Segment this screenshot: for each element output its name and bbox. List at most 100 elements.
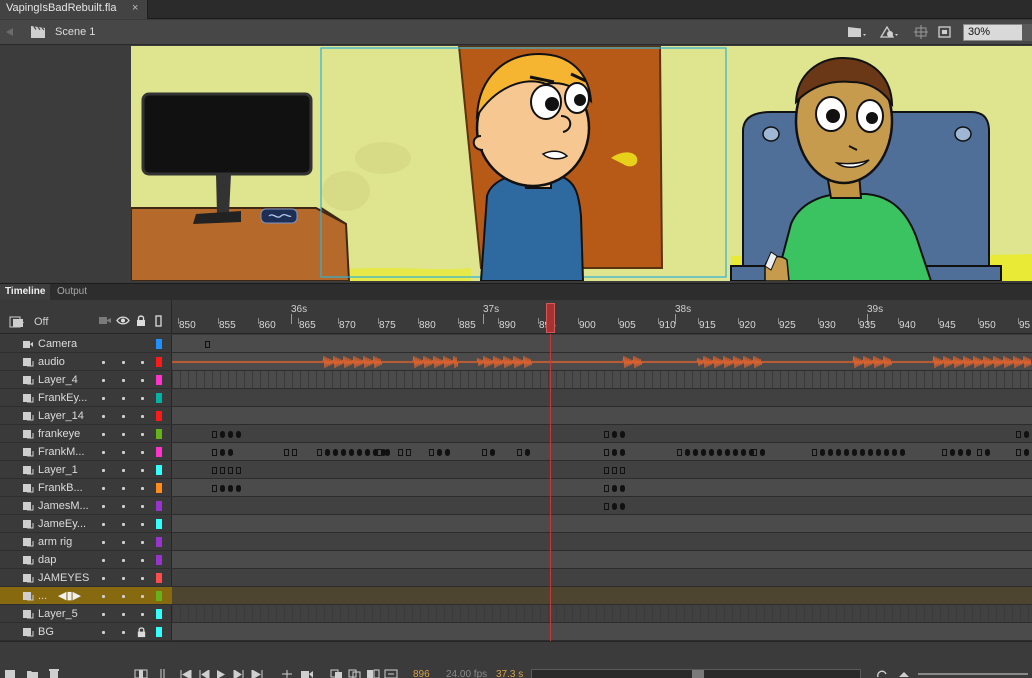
- outline-toggle[interactable]: [141, 595, 144, 598]
- layer-row[interactable]: arm rig: [0, 533, 172, 551]
- blank-keyframe[interactable]: [752, 449, 757, 456]
- lock-toggle[interactable]: [122, 469, 125, 472]
- stage-canvas[interactable]: [131, 46, 1032, 281]
- layer-row[interactable]: BG: [0, 623, 172, 641]
- blank-keyframe[interactable]: [292, 449, 297, 456]
- outline-toggle[interactable]: [141, 613, 144, 616]
- close-icon[interactable]: ×: [132, 2, 138, 14]
- layer-name[interactable]: BG: [38, 626, 54, 638]
- keyframe[interactable]: [525, 449, 530, 456]
- visibility-toggle[interactable]: [102, 469, 105, 472]
- visibility-toggle[interactable]: [102, 595, 105, 598]
- layer-row[interactable]: Layer_4: [0, 371, 172, 389]
- visibility-toggle[interactable]: [102, 433, 105, 436]
- keyframe[interactable]: [860, 449, 865, 456]
- layer-row[interactable]: FrankB...: [0, 479, 172, 497]
- keyframe[interactable]: [1024, 449, 1029, 456]
- lock-toggle[interactable]: [122, 523, 125, 526]
- keyframe[interactable]: [612, 503, 617, 510]
- visibility-toggle[interactable]: [102, 451, 105, 454]
- layer-row[interactable]: Layer_5: [0, 605, 172, 623]
- lock-toggle[interactable]: [122, 433, 125, 436]
- layer-color-swatch[interactable]: [156, 357, 162, 367]
- lock-toggle[interactable]: [122, 559, 125, 562]
- keyframe[interactable]: [1024, 431, 1029, 438]
- keyframe[interactable]: [836, 449, 841, 456]
- blank-keyframe[interactable]: [317, 449, 322, 456]
- blank-keyframe[interactable]: [517, 449, 522, 456]
- layer-row[interactable]: dap: [0, 551, 172, 569]
- layer-row[interactable]: FrankM...: [0, 443, 172, 461]
- keyframe[interactable]: [741, 449, 746, 456]
- frame-row[interactable]: [172, 425, 1032, 443]
- layer-name[interactable]: arm rig: [38, 536, 72, 548]
- keyframe[interactable]: [760, 449, 765, 456]
- stage-area[interactable]: [0, 46, 1032, 282]
- outline-toggle[interactable]: [141, 361, 144, 364]
- go-to-last-frame-icon[interactable]: [251, 670, 263, 678]
- layer-name[interactable]: frankeye: [38, 428, 80, 440]
- scrollbar-thumb[interactable]: [692, 670, 704, 678]
- outline-toggle[interactable]: [141, 559, 144, 562]
- visibility-toggle[interactable]: [102, 523, 105, 526]
- lock-toggle[interactable]: [122, 487, 125, 490]
- blank-keyframe[interactable]: [677, 449, 682, 456]
- keyframe[interactable]: [966, 449, 971, 456]
- outline-toggle[interactable]: [141, 505, 144, 508]
- keyframe[interactable]: [685, 449, 690, 456]
- outline-toggle[interactable]: [141, 577, 144, 580]
- lock-toggle[interactable]: [122, 541, 125, 544]
- keyframe[interactable]: [333, 449, 338, 456]
- frame-row[interactable]: [172, 551, 1032, 569]
- center-frame-icon[interactable]: [134, 669, 148, 678]
- keyframe[interactable]: [445, 449, 450, 456]
- zoom-out-icon[interactable]: [898, 669, 910, 678]
- visibility-toggle[interactable]: [102, 631, 105, 634]
- layer-color-swatch[interactable]: [156, 393, 162, 403]
- keyframe[interactable]: [236, 485, 241, 492]
- snap-to-grid-icon[interactable]: [911, 25, 931, 39]
- outline-toggle[interactable]: [141, 487, 144, 490]
- show-all-layers-as-outlines-icon[interactable]: [9, 316, 25, 328]
- frame-row[interactable]: [172, 353, 1032, 371]
- onion-skin-outlines-icon[interactable]: [348, 669, 362, 678]
- lock-toggle[interactable]: [122, 415, 125, 418]
- layer-color-swatch[interactable]: [156, 339, 162, 349]
- frame-row[interactable]: [172, 407, 1032, 425]
- frame-row[interactable]: [172, 371, 1032, 389]
- frame-row[interactable]: [172, 497, 1032, 515]
- edit-scene-icon[interactable]: [847, 25, 867, 39]
- document-tab[interactable]: VapingIsBadRebuilt.fla ×: [0, 0, 148, 19]
- visibility-toggle[interactable]: [102, 379, 105, 382]
- frame-row[interactable]: [172, 443, 1032, 461]
- layer-row[interactable]: frankeye: [0, 425, 172, 443]
- keyframe[interactable]: [220, 449, 225, 456]
- back-arrow-icon[interactable]: [3, 26, 15, 38]
- loop-icon[interactable]: [280, 669, 294, 678]
- keyframe[interactable]: [357, 449, 362, 456]
- keyframe[interactable]: [612, 431, 617, 438]
- frame-row[interactable]: [172, 389, 1032, 407]
- outline-toggle[interactable]: [141, 415, 144, 418]
- outline-icon[interactable]: [155, 315, 163, 327]
- blank-keyframe[interactable]: [205, 341, 210, 348]
- visibility-toggle[interactable]: [102, 415, 105, 418]
- visibility-toggle[interactable]: [102, 487, 105, 490]
- blank-keyframe[interactable]: [228, 467, 233, 474]
- step-back-icon[interactable]: [198, 670, 210, 678]
- blank-keyframe[interactable]: [604, 449, 609, 456]
- lock-toggle[interactable]: [122, 631, 125, 634]
- blank-keyframe[interactable]: [604, 431, 609, 438]
- blank-keyframe[interactable]: [612, 467, 617, 474]
- layer-view-label[interactable]: Off: [34, 316, 48, 328]
- tab-output[interactable]: Output: [52, 284, 92, 301]
- layer-color-swatch[interactable]: [156, 501, 162, 511]
- tab-timeline[interactable]: Timeline: [0, 284, 51, 301]
- keyframe[interactable]: [709, 449, 714, 456]
- layer-color-swatch[interactable]: [156, 573, 162, 583]
- timeline-scrollbar[interactable]: [531, 669, 861, 678]
- layer-name[interactable]: Layer_1: [38, 464, 78, 476]
- edit-multiple-frames-icon[interactable]: [366, 669, 380, 678]
- keyframe[interactable]: [220, 485, 225, 492]
- blank-keyframe[interactable]: [620, 467, 625, 474]
